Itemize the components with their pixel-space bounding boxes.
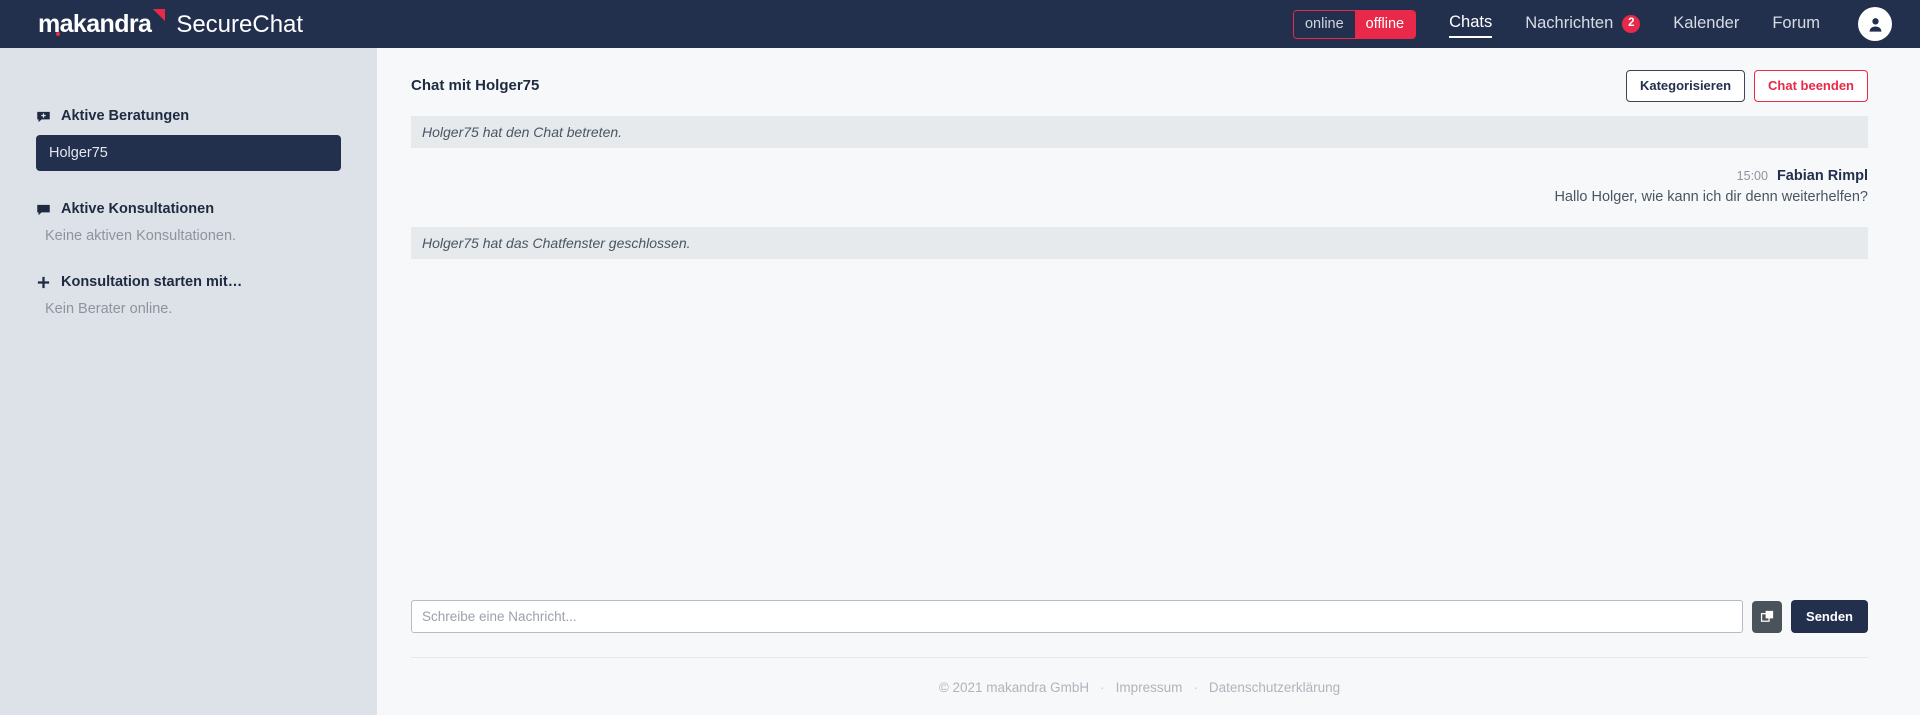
categorize-button[interactable]: Kategorisieren	[1625, 70, 1746, 102]
sidebar-empty-konsultationen: Keine aktiven Konsultationen.	[45, 228, 237, 244]
header-nav: online offline Chats Nachrichten 2 Kalen…	[1292, 7, 1892, 41]
footer-link-impressum[interactable]: Impressum	[1116, 680, 1183, 695]
copy-icon	[1760, 610, 1773, 622]
sidebar-group-header[interactable]: Konsultation starten mit…	[0, 274, 377, 290]
message-timestamp: 15:00	[1736, 168, 1768, 183]
nav-item-nachrichten[interactable]: Nachrichten 2	[1525, 11, 1641, 37]
nav-item-kalender[interactable]: Kalender	[1673, 11, 1739, 37]
makandra-logo-text: makandra	[38, 9, 152, 38]
sidebar-group-title: Aktive Konsultationen	[61, 201, 215, 217]
system-message: Holger75 hat das Chatfenster geschlossen…	[411, 226, 1868, 259]
status-offline-option[interactable]: offline	[1354, 10, 1416, 38]
nav-item-chats-label: Chats	[1449, 13, 1493, 31]
sidebar-group-header: Aktive Konsultationen	[0, 201, 377, 217]
sidebar-group-aktive-konsultationen: Aktive Konsultationen Keine aktiven Kons…	[0, 201, 377, 244]
end-chat-button[interactable]: Chat beenden	[1754, 70, 1868, 102]
product-name: SecureChat	[176, 10, 304, 38]
logo-red-dot	[56, 31, 60, 36]
sidebar-group-title: Konsultation starten mit…	[61, 274, 243, 290]
page-body: Aktive Beratungen Holger75 Aktive Konsul…	[0, 48, 1920, 715]
nav-item-kalender-label: Kalender	[1673, 14, 1740, 32]
nav-item-nachrichten-label: Nachrichten	[1525, 14, 1614, 32]
sidebar: Aktive Beratungen Holger75 Aktive Konsul…	[0, 48, 377, 715]
footer-separator: ·	[1193, 680, 1198, 695]
chat-header: Chat mit Holger75 Kategorisieren Chat be…	[377, 48, 1920, 102]
sidebar-item-holger75[interactable]: Holger75	[36, 135, 341, 171]
message-composer: Senden	[377, 600, 1920, 633]
system-message: Holger75 hat den Chat betreten.	[411, 115, 1868, 148]
plus-icon	[37, 276, 50, 288]
nav-item-chats[interactable]: Chats	[1449, 10, 1493, 38]
message-author: Fabian Rimpl	[1776, 167, 1868, 184]
chat-bubble-icon	[37, 204, 50, 215]
chat-bubble-plus-icon	[37, 111, 50, 122]
nav-item-forum-label: Forum	[1772, 14, 1820, 32]
nav-item-forum[interactable]: Forum	[1772, 11, 1820, 37]
nachrichten-unread-badge: 2	[1622, 14, 1641, 33]
sidebar-group-konsultation-starten: Konsultation starten mit… Kein Berater o…	[0, 274, 377, 317]
sidebar-group-header: Aktive Beratungen	[0, 108, 377, 124]
logo-red-flag-icon	[152, 8, 166, 22]
chat-message: 15:00 Fabian Rimpl Hallo Holger, wie kan…	[411, 168, 1868, 205]
message-input[interactable]	[411, 600, 1744, 633]
footer: © 2021 makandra GmbH · Impressum · Daten…	[411, 657, 1868, 715]
brand-logo-area[interactable]: makandra SecureChat	[38, 8, 304, 38]
sidebar-empty-berater: Kein Berater online.	[45, 301, 173, 317]
user-icon	[1869, 17, 1881, 32]
availability-toggle[interactable]: online offline	[1292, 9, 1417, 39]
message-meta: 15:00 Fabian Rimpl	[411, 168, 1868, 184]
footer-copyright: © 2021 makandra GmbH	[938, 680, 1090, 695]
status-online-option[interactable]: online	[1293, 10, 1355, 38]
footer-separator: ·	[1100, 680, 1105, 695]
message-list: Holger75 hat den Chat betreten. 15:00 Fa…	[377, 115, 1920, 600]
sidebar-group-aktive-beratungen: Aktive Beratungen Holger75	[0, 108, 377, 171]
main-content: Chat mit Holger75 Kategorisieren Chat be…	[377, 48, 1920, 715]
user-avatar[interactable]	[1858, 7, 1892, 41]
snippet-button[interactable]	[1752, 600, 1783, 633]
chat-action-buttons: Kategorisieren Chat beenden	[1625, 70, 1868, 102]
chat-title: Chat mit Holger75	[411, 77, 540, 95]
send-button[interactable]: Senden	[1791, 600, 1868, 633]
sidebar-group-title: Aktive Beratungen	[61, 108, 190, 124]
footer-link-datenschutz[interactable]: Datenschutzerklärung	[1209, 680, 1340, 695]
message-text: Hallo Holger, wie kann ich dir denn weit…	[1554, 188, 1868, 205]
makandra-logo: makandra	[38, 8, 166, 38]
top-navigation-bar: makandra SecureChat online offline Chats…	[0, 0, 1920, 48]
